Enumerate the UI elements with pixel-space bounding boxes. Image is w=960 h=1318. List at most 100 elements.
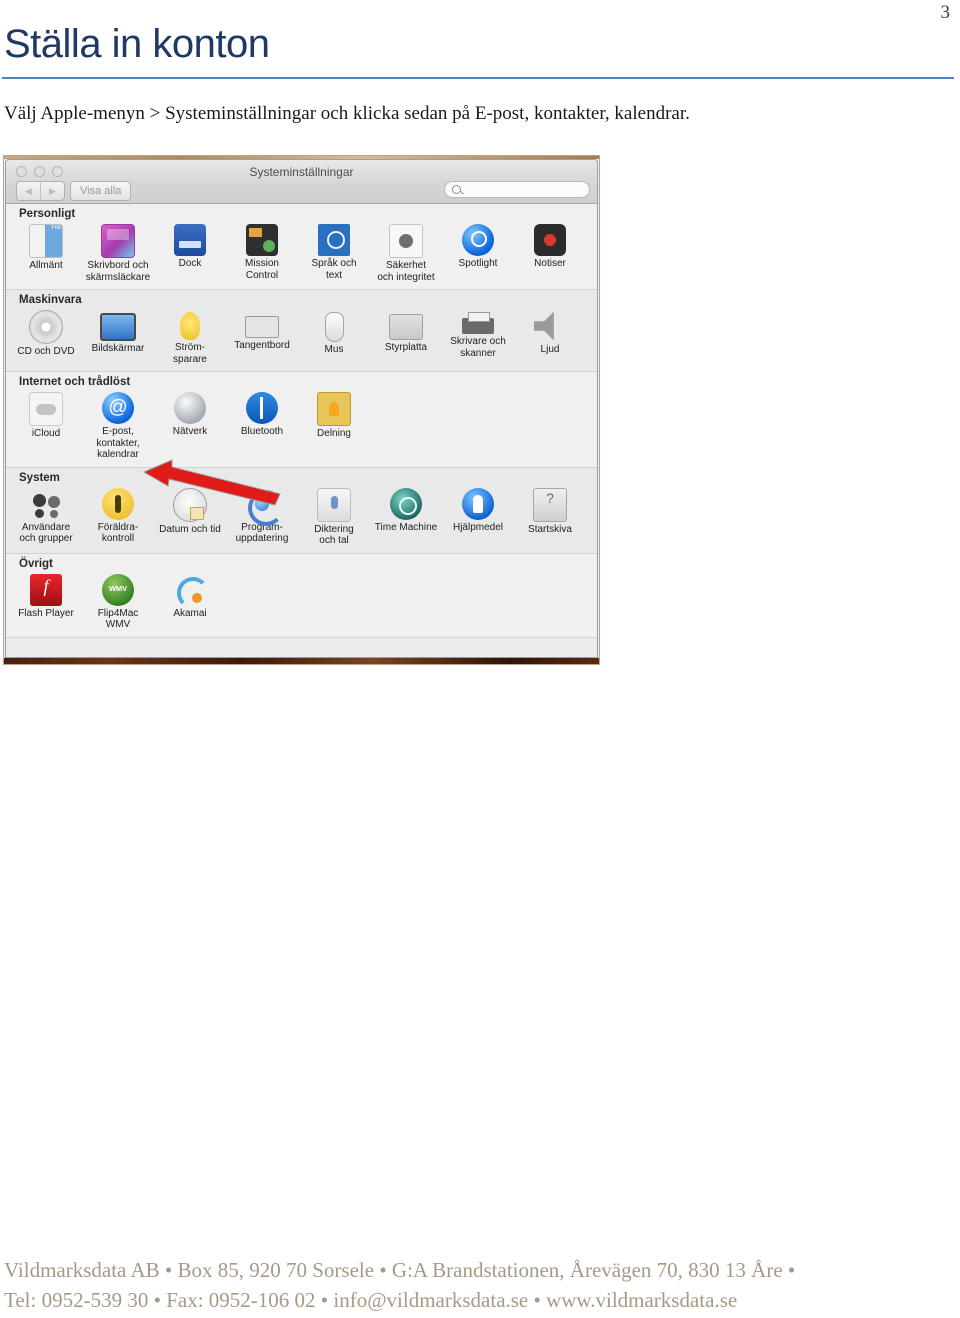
pref-pane-programuppdatering[interactable]: Program- uppdatering	[226, 486, 298, 547]
intro-paragraph: Välj Apple-menyn > Systeminställningar o…	[4, 103, 690, 124]
date-time-icon	[173, 487, 207, 522]
dictation-speech-icon	[317, 487, 351, 522]
pref-pane-icloud[interactable]: iCloud	[10, 390, 82, 461]
window-toolbar: ◀ ▶ Visa alla	[6, 180, 597, 202]
section-label-personligt: Personligt	[19, 208, 76, 220]
pref-pane-diktering-tal[interactable]: Diktering och tal	[298, 486, 370, 547]
mouse-icon	[324, 312, 344, 342]
show-all-button[interactable]: Visa alla	[70, 181, 132, 201]
pref-pane-natverk[interactable]: Nätverk	[154, 390, 226, 461]
pane-label: Akamai	[173, 607, 207, 619]
system-preferences-window: Systeminställningar ◀ ▶ Visa alla Person…	[5, 159, 598, 658]
pane-label: Tangentbord	[234, 340, 290, 351]
pane-label: Användare och grupper	[19, 521, 73, 545]
window-titlebar: Systeminställningar ◀ ▶ Visa alla	[6, 160, 597, 204]
flash-player-icon	[30, 573, 62, 606]
notifications-icon	[534, 224, 566, 256]
pref-pane-bluetooth[interactable]: Bluetooth	[226, 390, 298, 461]
page-footer: Vildmarksdata AB • Box 85, 920 70 Sorsel…	[4, 1255, 956, 1315]
pref-pane-cd-dvd[interactable]: CD och DVD	[10, 308, 82, 365]
pane-label: Diktering och tal	[314, 523, 354, 547]
pane-label: Notiser	[534, 258, 566, 269]
pref-pane-sprak-och-text[interactable]: Språk och text	[298, 222, 370, 283]
footer-line-address: Vildmarksdata AB • Box 85, 920 70 Sorsel…	[4, 1258, 796, 1282]
desktop-screensaver-icon	[101, 224, 135, 258]
forward-icon[interactable]: ▶	[40, 182, 64, 200]
pane-label: Flip4Mac WMV	[97, 607, 139, 631]
pref-pane-flip4mac[interactable]: Flip4Mac WMV	[82, 572, 154, 631]
icloud-icon	[29, 392, 63, 426]
mail-contacts-calendars-icon	[102, 392, 134, 424]
network-icon	[174, 392, 206, 424]
pane-label: Ström- sparare	[173, 342, 207, 365]
pref-pane-spotlight[interactable]: Spotlight	[442, 222, 514, 283]
sound-icon	[534, 311, 554, 341]
section-maskinvara: Maskinvara CD och DVD Bildskärmar Ström-…	[6, 290, 597, 372]
desktop-background-bottom	[4, 658, 599, 664]
general-icon	[29, 224, 63, 258]
parental-controls-icon	[102, 487, 134, 520]
back-icon[interactable]: ◀	[17, 182, 40, 200]
pref-pane-datum-tid[interactable]: Datum och tid	[154, 486, 226, 547]
pref-pane-epost-kontakter-kalendrar[interactable]: E-post, kontakter, kalendrar	[82, 390, 154, 461]
pref-pane-ljud[interactable]: Ljud	[514, 308, 586, 365]
pref-pane-mission-control[interactable]: Mission Control	[226, 222, 298, 283]
pane-label: Mission Control	[245, 258, 279, 281]
section-label-ovrigt: Övrigt	[19, 557, 53, 570]
users-groups-icon	[30, 488, 62, 520]
search-input[interactable]	[444, 181, 590, 198]
pane-row-maskinvara: CD och DVD Bildskärmar Ström- sparare Ta…	[6, 308, 597, 371]
pane-label: Flash Player	[18, 607, 74, 619]
pane-label: Skrivare och skanner	[450, 336, 506, 359]
pane-row-personligt: Allmänt Skrivbord och skärmsläckare Dock…	[6, 222, 597, 289]
pref-pane-anvandare-grupper[interactable]: Användare och grupper	[10, 486, 82, 547]
pref-pane-sakerhet[interactable]: Säkerhet och integritet	[370, 222, 442, 283]
section-personligt: Personligt Allmänt Skrivbord och skärmsl…	[6, 204, 597, 290]
pref-pane-bildskarmar[interactable]: Bildskärmar	[82, 308, 154, 365]
pane-label: iCloud	[31, 428, 61, 439]
spotlight-icon	[462, 224, 494, 256]
pref-pane-foraldrakontroll[interactable]: Föräldra- kontroll	[82, 486, 154, 547]
pref-pane-hjalpmedel[interactable]: Hjälpmedel	[442, 486, 514, 547]
pref-pane-dock[interactable]: Dock	[154, 222, 226, 283]
pref-pane-notiser[interactable]: Notiser	[514, 222, 586, 283]
pref-pane-delning[interactable]: Delning	[298, 390, 370, 461]
pane-label: Mus	[324, 344, 344, 355]
pref-pane-tangentbord[interactable]: Tangentbord	[226, 308, 298, 365]
search-icon	[452, 185, 461, 194]
pref-pane-time-machine[interactable]: Time Machine	[370, 486, 442, 547]
software-update-icon	[246, 488, 284, 526]
pref-pane-skrivare[interactable]: Skrivare och skanner	[442, 308, 514, 365]
pane-label: Delning	[317, 428, 351, 439]
pref-pane-styrplatta[interactable]: Styrplatta	[370, 308, 442, 365]
printers-scanners-icon	[462, 312, 494, 334]
trackpad-icon	[389, 314, 423, 340]
pref-pane-allmant[interactable]: Allmänt	[10, 222, 82, 283]
pane-row-internet: iCloud E-post, kontakter, kalendrar Nätv…	[6, 390, 597, 467]
pane-label: Datum och tid	[159, 523, 221, 535]
pane-label: Bildskärmar	[91, 343, 145, 354]
energy-saver-icon	[180, 312, 200, 340]
page-number: 3	[940, 2, 951, 23]
pane-label: Föräldra- kontroll	[97, 521, 139, 545]
title-divider	[2, 77, 954, 79]
navigation-segmented-control[interactable]: ◀ ▶	[16, 181, 65, 201]
pane-label: Säkerhet och integritet	[377, 260, 435, 283]
accessibility-icon	[462, 487, 494, 520]
pref-pane-stromsparare[interactable]: Ström- sparare	[154, 308, 226, 365]
pane-label: Språk och text	[311, 258, 357, 281]
language-text-icon	[318, 224, 350, 256]
pref-pane-skrivbord[interactable]: Skrivbord och skärmsläckare	[82, 222, 154, 283]
pane-row-system: Användare och grupper Föräldra- kontroll…	[6, 486, 597, 553]
sharing-icon	[317, 392, 351, 426]
pane-label: Allmänt	[29, 260, 63, 271]
pane-label: Bluetooth	[240, 426, 284, 437]
pref-pane-mus[interactable]: Mus	[298, 308, 370, 365]
pref-pane-flash-player[interactable]: Flash Player	[10, 572, 82, 631]
section-ovrigt: Övrigt Flash Player Flip4Mac WMV Akamai	[6, 553, 597, 638]
section-internet: Internet och trådlöst iCloud E-post, kon…	[6, 372, 597, 468]
system-preferences-screenshot: Systeminställningar ◀ ▶ Visa alla Person…	[3, 155, 600, 665]
pref-pane-startskiva[interactable]: Startskiva	[514, 486, 586, 547]
section-label-internet: Internet och trådlöst	[19, 376, 131, 388]
pref-pane-akamai[interactable]: Akamai	[154, 572, 226, 631]
